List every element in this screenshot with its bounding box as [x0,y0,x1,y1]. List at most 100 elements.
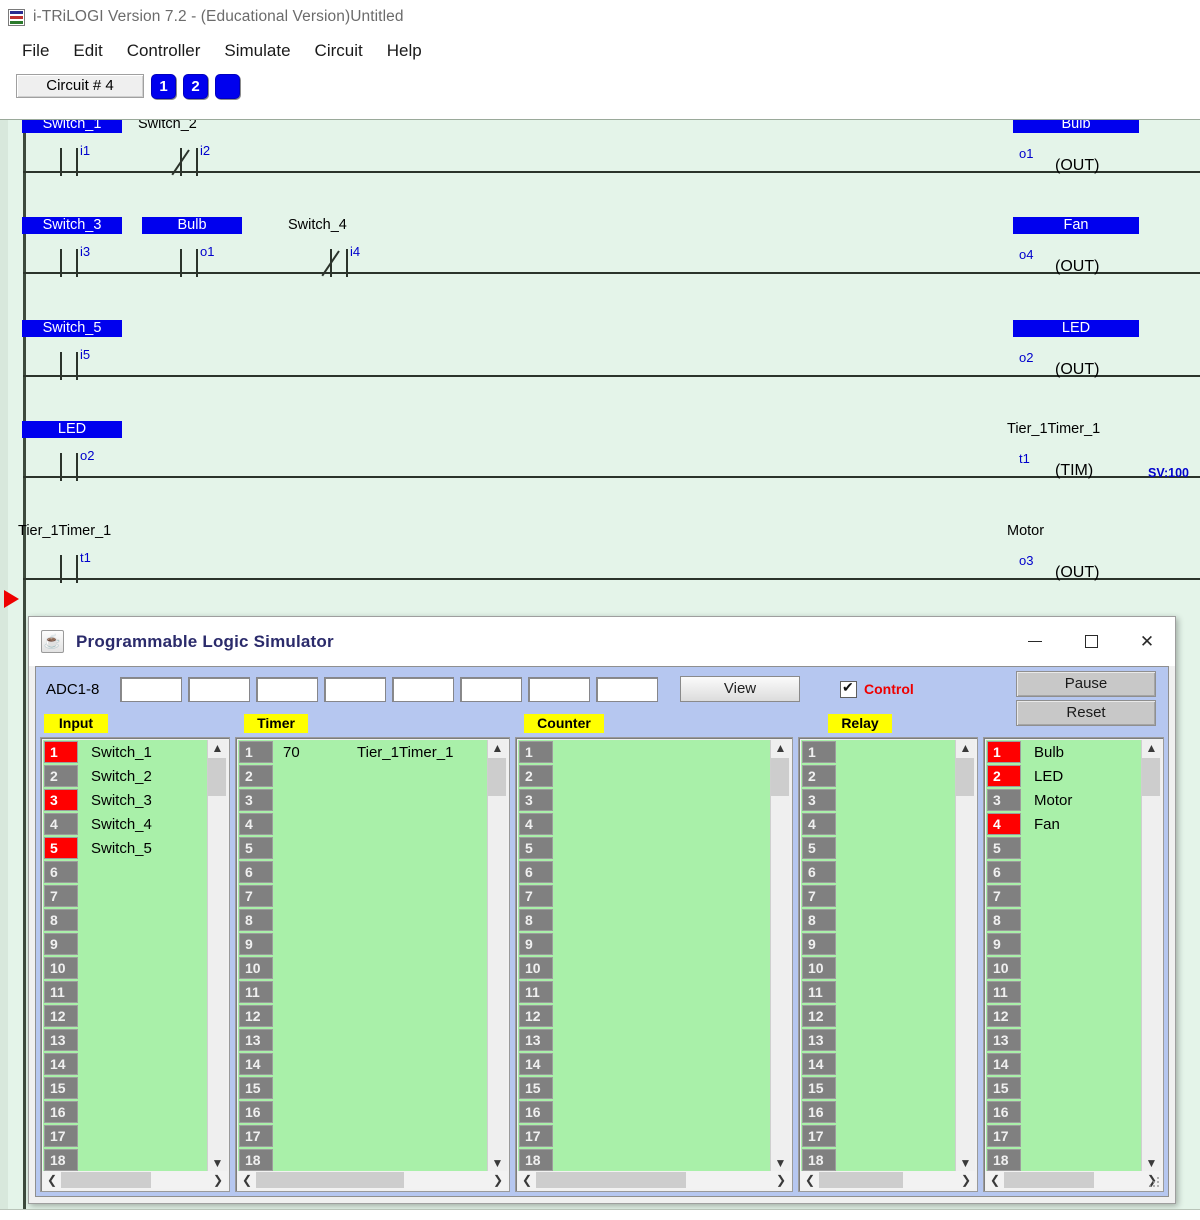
list-item[interactable]: 7 [801,884,955,908]
list-item[interactable]: 15 [801,1076,955,1100]
list-item[interactable]: 3 Switch_3 [43,788,207,812]
row-index[interactable]: 8 [44,909,78,931]
row-index[interactable]: 1 [519,741,553,763]
row-index[interactable]: 7 [239,885,273,907]
row-index[interactable]: 4 [44,813,78,835]
panel-list[interactable]: 1 Bulb 2 LED 3 Motor 4 Fan 5 6 7 8 9 10 11 12 13 14 15 16 17… [986,740,1141,1171]
list-item[interactable]: 12 [238,1004,487,1028]
row-index[interactable]: 14 [519,1053,553,1075]
adc-input-2[interactable] [188,676,250,702]
row-index[interactable]: 3 [987,789,1021,811]
vertical-scroll-thumb[interactable] [488,758,506,796]
row-index[interactable]: 6 [44,861,78,883]
row-index[interactable]: 16 [239,1101,273,1123]
row-index[interactable]: 3 [239,789,273,811]
list-item[interactable]: 8 [518,908,770,932]
close-button[interactable]: ✕ [1119,617,1175,666]
scroll-up-icon[interactable]: ▲ [1146,740,1158,756]
list-item[interactable]: 15 [518,1076,770,1100]
list-item[interactable]: 8 [43,908,207,932]
control-checkbox[interactable] [840,679,857,698]
row-index[interactable]: 10 [802,957,836,979]
list-item[interactable]: 14 [986,1052,1141,1076]
menu-circuit[interactable]: Circuit [303,38,375,64]
row-index[interactable]: 8 [519,909,553,931]
row-index[interactable]: 6 [802,861,836,883]
row-index[interactable]: 14 [44,1053,78,1075]
list-item[interactable]: 1 [801,740,955,764]
menu-help[interactable]: Help [375,38,434,64]
list-item[interactable]: 5 [801,836,955,860]
horizontal-scrollbar[interactable]: ❮❯ [986,1171,1161,1189]
panel-input[interactable]: 1 Switch_1 2 Switch_2 3 Switch_3 4 Switch_4 5 Swi… [40,737,230,1192]
row-index[interactable]: 17 [44,1125,78,1147]
adc-input-4[interactable] [324,676,386,702]
vertical-scrollbar[interactable]: ▲ ▼ [955,740,975,1171]
vertical-scrollbar[interactable]: ▲ ▼ [487,740,507,1171]
list-item[interactable]: 18 [986,1148,1141,1171]
simulator-dialog[interactable]: ☕ Programmable Logic Simulator ✕ ADC1-8 [28,616,1176,1204]
list-item[interactable]: 13 [518,1028,770,1052]
list-item[interactable]: 7 [43,884,207,908]
list-item[interactable]: 2 [518,764,770,788]
row-index[interactable]: 15 [519,1077,553,1099]
horizontal-scroll-thumb[interactable] [536,1172,686,1188]
row-index[interactable]: 6 [239,861,273,883]
list-item[interactable]: 13 [43,1028,207,1052]
list-item[interactable]: 11 [801,980,955,1004]
row-index[interactable]: 18 [239,1149,273,1171]
row-index[interactable]: 15 [239,1077,273,1099]
ladder-rung[interactable]: Switch_5 i5 LED o2 (OUT) [0,320,1200,402]
contact-no[interactable]: i3 [60,244,90,277]
scroll-up-icon[interactable]: ▲ [492,740,504,756]
list-item[interactable]: 18 [518,1148,770,1171]
menu-controller[interactable]: Controller [115,38,213,64]
ladder-rung[interactable]: LED o2 Tier_1Timer_1 t1 (TIM) SV:100 [0,421,1200,503]
row-index[interactable]: 16 [802,1101,836,1123]
resize-grip[interactable] [1148,1177,1160,1189]
row-index[interactable]: 13 [987,1029,1021,1051]
list-item[interactable]: 15 [986,1076,1141,1100]
row-index[interactable]: 14 [987,1053,1021,1075]
row-index[interactable]: 18 [802,1149,836,1171]
circuit-number-button[interactable]: Circuit # 4 [16,74,144,98]
row-index[interactable]: 2 [802,765,836,787]
panel-output[interactable]: 1 Bulb 2 LED 3 Motor 4 Fan 5 6 7 8 9 10 11 12 13 14 15 16 17… [983,737,1164,1192]
horizontal-scroll-thumb[interactable] [256,1172,404,1188]
row-index[interactable]: 3 [802,789,836,811]
row-index[interactable]: 3 [44,789,78,811]
list-item[interactable]: 6 [801,860,955,884]
row-index[interactable]: 6 [519,861,553,883]
scroll-right-icon[interactable]: ❯ [209,1173,227,1187]
list-item[interactable]: 2 LED [986,764,1141,788]
scroll-left-icon[interactable]: ❮ [986,1173,1004,1187]
list-item[interactable]: 18 [238,1148,487,1171]
row-index[interactable]: 10 [519,957,553,979]
horizontal-scrollbar[interactable]: ❮❯ [801,1171,975,1189]
list-item[interactable]: 10 [43,956,207,980]
row-index[interactable]: 7 [519,885,553,907]
adc-input-1[interactable] [120,676,182,702]
adc-input-8[interactable] [596,676,658,702]
row-index[interactable]: 13 [44,1029,78,1051]
row-index[interactable]: 4 [987,813,1021,835]
row-index[interactable]: 11 [239,981,273,1003]
row-index[interactable]: 18 [519,1149,553,1171]
list-item[interactable]: 7 [238,884,487,908]
row-index[interactable]: 13 [802,1029,836,1051]
list-item[interactable]: 13 [801,1028,955,1052]
contact-no[interactable]: o2 [60,448,94,481]
row-index[interactable]: 12 [44,1005,78,1027]
list-item[interactable]: 2 [801,764,955,788]
page-button-1[interactable]: 1 [151,73,176,99]
list-item[interactable]: 2 [238,764,487,788]
list-item[interactable]: 7 [986,884,1141,908]
panel-relay[interactable]: 1 2 3 4 5 6 7 8 9 10 11 12 13 14 15 16 17 18 ▲ ▼ ❮ ❯ [798,737,978,1192]
list-item[interactable]: 16 [801,1100,955,1124]
adc-input-7[interactable] [528,676,590,702]
adc-input-3[interactable] [256,676,318,702]
vertical-scrollbar[interactable]: ▲ ▼ [207,740,227,1171]
list-item[interactable]: 6 [43,860,207,884]
list-item[interactable]: 8 [986,908,1141,932]
scroll-right-icon[interactable]: ❯ [489,1173,507,1187]
